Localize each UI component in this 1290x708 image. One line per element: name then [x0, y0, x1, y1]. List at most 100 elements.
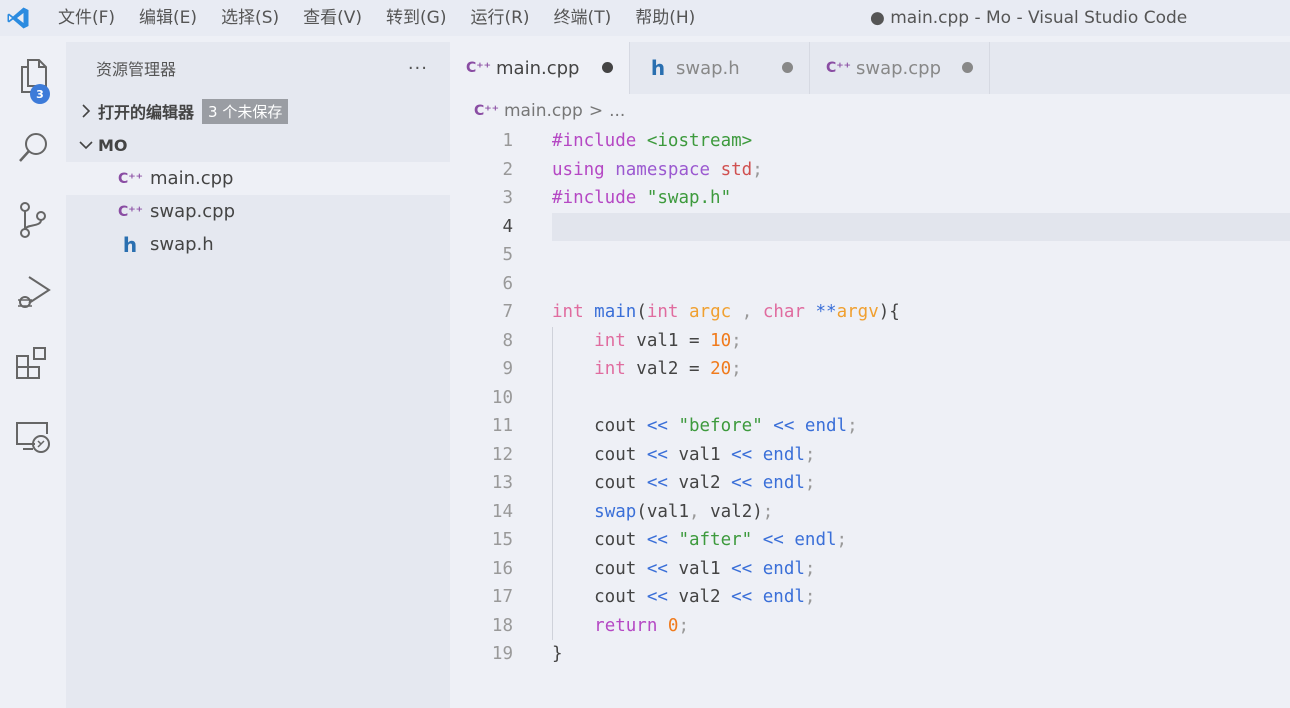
explorer-header: 资源管理器 ···	[66, 42, 450, 94]
file-item-main-cpp[interactable]: C⁺⁺ main.cpp	[66, 162, 450, 195]
extensions-icon	[16, 347, 46, 379]
code-text: cout << val2 << endl;	[552, 587, 816, 607]
line-number: 7	[502, 302, 513, 322]
menu-terminal[interactable]: 终端(T)	[542, 0, 624, 36]
search-icon	[19, 133, 47, 162]
code-line[interactable]: 19}	[450, 640, 1290, 669]
chevron-down-icon	[76, 140, 96, 150]
code-line[interactable]: 17 cout << val2 << endl;	[450, 583, 1290, 612]
line-number: 1	[502, 131, 513, 151]
unsaved-badge: 3 个未保存	[202, 98, 289, 124]
code-line[interactable]: 4	[450, 212, 1290, 241]
code-line[interactable]: 9 int val2 = 20;	[450, 355, 1290, 384]
code-line[interactable]: 2 using namespace std;	[450, 156, 1290, 185]
file-name: main.cpp	[150, 168, 234, 189]
open-editors-section[interactable]: 打开的编辑器 3 个未保存	[66, 94, 450, 128]
code-text: int main(int argc , char **argv){	[552, 302, 900, 322]
header-file-icon: h	[650, 56, 666, 80]
menu-edit[interactable]: 编辑(E)	[127, 0, 209, 36]
line-number: 14	[491, 501, 513, 522]
menu-file[interactable]: 文件(F)	[46, 0, 127, 36]
menu-run[interactable]: 运行(R)	[458, 0, 541, 36]
unsaved-dot-icon[interactable]	[962, 62, 973, 73]
code-line[interactable]: 13 cout << val2 << endl;	[450, 469, 1290, 498]
source-control-icon	[20, 202, 46, 238]
remote-explorer-button[interactable]	[0, 400, 66, 472]
explorer-button[interactable]: 3	[0, 40, 66, 112]
unsaved-dot-icon[interactable]	[602, 62, 613, 73]
explorer-sidebar: 资源管理器 ··· 打开的编辑器 3 个未保存 MO C⁺⁺ main.cpp …	[66, 42, 450, 708]
code-line[interactable]: 10	[450, 384, 1290, 413]
line-number: 16	[491, 558, 513, 579]
code-text: }	[552, 644, 563, 664]
code-line[interactable]: 18 return 0;	[450, 612, 1290, 641]
code-text: cout << "after" << endl;	[552, 530, 848, 550]
code-line[interactable]: 14 swap(val1, val2);	[450, 498, 1290, 527]
line-number: 8	[502, 330, 513, 351]
line-number: 10	[491, 387, 513, 408]
unsaved-dot-icon[interactable]	[782, 62, 793, 73]
code-line[interactable]: 5	[450, 241, 1290, 270]
extensions-button[interactable]	[0, 328, 66, 400]
code-line[interactable]: 12 cout << val1 << endl;	[450, 441, 1290, 470]
code-text: #include "swap.h"	[552, 188, 732, 208]
line-number: 9	[502, 359, 513, 379]
code-line[interactable]: 1 #include <iostream>	[450, 127, 1290, 156]
file-item-swap-cpp[interactable]: C⁺⁺ swap.cpp	[66, 195, 450, 228]
menu-bar: 文件(F) 编辑(E) 选择(S) 查看(V) 转到(G) 运行(R) 终端(T…	[46, 0, 707, 36]
menu-help[interactable]: 帮助(H)	[623, 0, 707, 36]
line-number: 5	[502, 245, 513, 265]
line-number: 6	[502, 273, 513, 294]
code-line[interactable]: 3 #include "swap.h"	[450, 184, 1290, 213]
tab-swap-h[interactable]: h swap.h	[630, 42, 810, 94]
code-line[interactable]: 11 cout << "before" << endl;	[450, 412, 1290, 441]
code-line[interactable]: 6	[450, 270, 1290, 299]
run-debug-icon	[18, 276, 51, 308]
header-file-icon: h	[122, 232, 138, 257]
code-line[interactable]: 8 int val1 = 10;	[450, 327, 1290, 356]
code-text: #include <iostream>	[552, 131, 753, 151]
code-line[interactable]: 7 int main(int argc , char **argv){	[450, 298, 1290, 327]
code-text: using namespace std;	[552, 159, 763, 180]
menu-selection[interactable]: 选择(S)	[209, 0, 291, 36]
code-text: int val1 = 10;	[594, 330, 742, 351]
code-text: swap(val1, val2);	[594, 501, 774, 522]
search-button[interactable]	[0, 112, 66, 184]
current-line-highlight	[552, 212, 1290, 241]
menu-view[interactable]: 查看(V)	[291, 0, 374, 36]
code-text: cout << val1 << endl;	[552, 558, 816, 579]
folder-label: MO	[98, 135, 128, 155]
breadcrumb-separator: >	[588, 101, 604, 121]
line-number: 19	[491, 644, 513, 664]
menu-go[interactable]: 转到(G)	[374, 0, 458, 36]
open-editors-label: 打开的编辑器	[98, 103, 195, 122]
tab-main-cpp[interactable]: C⁺⁺ main.cpp	[450, 42, 630, 94]
tab-swap-cpp[interactable]: C⁺⁺ swap.cpp	[810, 42, 990, 94]
line-number: 12	[491, 444, 513, 465]
activity-bar: 3	[0, 36, 66, 708]
code-editor[interactable]: 1 #include <iostream> 2 using namespace std…	[450, 127, 1290, 708]
remote-explorer-icon	[16, 422, 50, 453]
folder-section[interactable]: MO	[66, 128, 450, 162]
breadcrumb-file[interactable]: main.cpp	[504, 101, 583, 121]
code-text: cout << val2 << endl;	[552, 473, 816, 493]
source-control-button[interactable]	[0, 184, 66, 256]
code-text: cout << "before" << endl;	[552, 416, 858, 436]
explorer-badge: 3	[30, 84, 50, 104]
run-debug-button[interactable]	[0, 256, 66, 328]
cpp-file-icon: C⁺⁺	[826, 60, 852, 76]
editor-tabs: C⁺⁺ main.cpp h swap.h C⁺⁺ swap.cpp	[450, 42, 1290, 94]
cpp-file-icon: C⁺⁺	[118, 170, 144, 187]
cpp-file-icon: C⁺⁺	[474, 103, 500, 119]
window-title: ● main.cpp - Mo - Visual Studio Code	[870, 8, 1188, 28]
breadcrumb-more[interactable]: ...	[609, 101, 625, 121]
cpp-file-icon: C⁺⁺	[466, 60, 492, 76]
line-number: 17	[491, 587, 513, 607]
tab-label: swap.h	[676, 57, 740, 79]
code-line[interactable]: 15 cout << "after" << endl;	[450, 526, 1290, 555]
more-actions-button[interactable]: ···	[408, 58, 428, 79]
file-name: swap.h	[150, 234, 214, 255]
code-line[interactable]: 16 cout << val1 << endl;	[450, 555, 1290, 584]
file-item-swap-h[interactable]: h swap.h	[66, 228, 450, 261]
tab-label: main.cpp	[496, 57, 580, 79]
